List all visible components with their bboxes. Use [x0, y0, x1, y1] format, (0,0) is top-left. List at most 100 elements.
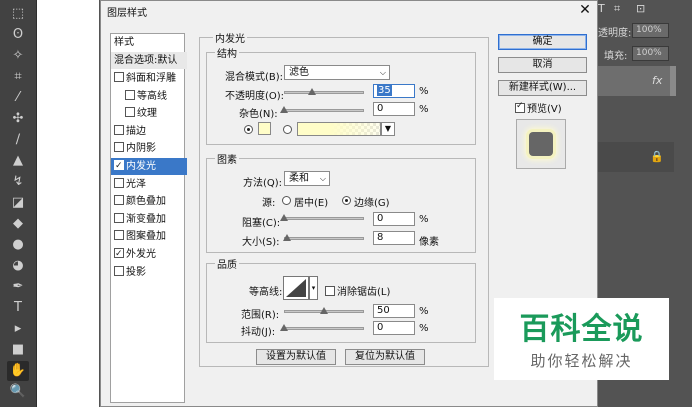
source-center-label[interactable]: 居中(E) [294, 194, 328, 209]
brush-tool-icon[interactable]: ∕ [7, 130, 29, 150]
opacity-input[interactable]: 35 [373, 84, 415, 98]
transform-icon[interactable]: ⌗ [614, 2, 620, 16]
preview-checkbox-box[interactable] [515, 101, 525, 113]
rectangle-tool-icon[interactable]: ■ [7, 340, 29, 360]
style-list-item-label: 渐变叠加 [126, 213, 166, 225]
eyedropper-tool-icon[interactable]: ⁄ [7, 88, 29, 108]
range-slider-thumb[interactable] [320, 307, 328, 314]
choke-slider[interactable] [284, 217, 364, 220]
blur-tool-icon[interactable]: ● [7, 235, 29, 255]
style-checkbox[interactable] [114, 246, 124, 263]
marquee-tool-icon[interactable]: ⬚ [7, 4, 29, 24]
style-checkbox[interactable] [114, 124, 124, 135]
size-slider[interactable] [284, 237, 364, 240]
crop-tool-icon[interactable]: ⌗ [7, 67, 29, 87]
choke-input[interactable]: 0 [373, 212, 415, 226]
fx-icon[interactable]: fx [652, 74, 662, 87]
close-icon[interactable]: ✕ [578, 2, 592, 18]
style-list-item[interactable]: 内发光 [111, 158, 187, 175]
jitter-slider[interactable] [284, 327, 364, 330]
anti-alias-checkbox[interactable]: 消除锯齿(L) [325, 283, 390, 298]
pen-tool-icon[interactable]: ✒ [7, 277, 29, 297]
style-checkbox[interactable] [114, 142, 124, 153]
document-canvas[interactable] [37, 0, 99, 407]
reset-default-button[interactable]: 复位为默认值 [345, 349, 425, 365]
style-list-item[interactable]: 描边 [111, 123, 187, 140]
style-list-item[interactable]: 内阴影 [111, 140, 187, 157]
dodge-tool-icon[interactable]: ◕ [7, 256, 29, 276]
paint-bucket-tool-icon[interactable]: ◆ [7, 214, 29, 234]
gradient-radio[interactable] [283, 125, 292, 134]
blending-options-item[interactable]: 混合选项:默认 [111, 52, 187, 69]
jitter-slider-thumb[interactable] [280, 324, 288, 331]
glow-color-swatch[interactable] [258, 122, 271, 135]
watermark: 百科全说 助你轻松解决 [494, 298, 669, 380]
method-select[interactable]: 柔和 ⌵ [284, 171, 330, 186]
contour-dropdown-icon[interactable]: ▾ [309, 276, 318, 300]
lasso-tool-icon[interactable]: ʘ [7, 25, 29, 45]
range-input[interactable]: 50 [373, 304, 415, 318]
opacity-slider[interactable] [284, 91, 364, 94]
style-checkbox[interactable] [114, 265, 124, 276]
style-checkbox[interactable] [114, 195, 124, 206]
style-list-item[interactable]: 等高线 [111, 88, 198, 105]
type-icon[interactable]: T [598, 2, 605, 15]
healing-tool-icon[interactable]: ✣ [7, 109, 29, 129]
style-list-item[interactable]: 光泽 [111, 176, 187, 193]
style-list-item[interactable]: 投影 [111, 264, 187, 281]
style-checkbox[interactable] [114, 158, 124, 175]
style-list-header[interactable]: 样式 [111, 34, 187, 51]
anti-alias-checkbox-box[interactable] [325, 286, 335, 296]
choke-slider-thumb[interactable] [280, 214, 288, 221]
tools-panel: ⬚ ʘ ✧ ⌗ ⁄ ✣ ∕ ▲ ↯ ◪ ◆ ● ◕ ✒ T ▸ ■ ✋ 🔍 [0, 0, 37, 407]
size-slider-thumb[interactable] [282, 234, 291, 241]
solid-color-radio[interactable] [244, 125, 253, 134]
lock-icon[interactable]: ⊡ [636, 2, 645, 15]
gradient-swatch[interactable] [297, 122, 381, 136]
panel-scrollbar[interactable] [670, 66, 676, 96]
blend-mode-label: 混合模式(B): [225, 72, 284, 83]
opacity-slider-thumb[interactable] [308, 88, 316, 95]
ok-button[interactable]: 确定 [498, 34, 587, 50]
jitter-input[interactable]: 0 [373, 321, 415, 335]
noise-slider[interactable] [284, 109, 364, 112]
source-edge-label[interactable]: 边缘(G) [354, 194, 390, 209]
size-input[interactable]: 8 [373, 231, 415, 245]
blend-mode-select[interactable]: 滤色 ⌵ [284, 65, 390, 80]
cancel-button[interactable]: 取消 [498, 57, 587, 73]
new-style-button[interactable]: 新建样式(W)... [498, 80, 587, 96]
style-list-item[interactable]: 外发光 [111, 246, 187, 263]
style-list-item[interactable]: 颜色叠加 [111, 193, 187, 210]
hand-tool-icon[interactable]: ✋ [7, 361, 29, 381]
layer-row[interactable]: fx [590, 66, 674, 96]
style-checkbox[interactable] [114, 212, 124, 223]
style-list-item-label: 纹理 [137, 108, 157, 120]
eraser-tool-icon[interactable]: ◪ [7, 193, 29, 213]
noise-slider-thumb[interactable] [280, 106, 288, 113]
magic-wand-tool-icon[interactable]: ✧ [7, 46, 29, 66]
opacity-field[interactable]: 100% [632, 23, 669, 38]
stamp-tool-icon[interactable]: ▲ [7, 151, 29, 171]
source-edge-radio[interactable] [342, 196, 351, 205]
style-list-item[interactable]: 渐变叠加 [111, 211, 187, 228]
style-list-item[interactable]: 图案叠加 [111, 228, 187, 245]
history-brush-tool-icon[interactable]: ↯ [7, 172, 29, 192]
make-default-button[interactable]: 设置为默认值 [256, 349, 336, 365]
contour-picker[interactable] [283, 276, 309, 300]
style-list-item[interactable]: 纹理 [111, 105, 198, 122]
preview-checkbox[interactable]: 预览(V) [515, 100, 562, 115]
source-center-radio[interactable] [282, 196, 291, 205]
style-checkbox[interactable] [125, 89, 135, 100]
style-checkbox[interactable] [114, 177, 124, 188]
background-layer-row[interactable]: 🔒 [590, 142, 674, 172]
style-checkbox[interactable] [125, 107, 135, 118]
fill-field[interactable]: 100% [632, 46, 669, 61]
noise-input[interactable]: 0 [373, 102, 415, 116]
path-select-tool-icon[interactable]: ▸ [7, 319, 29, 339]
type-tool-icon[interactable]: T [7, 298, 29, 318]
style-list-item[interactable]: 斜面和浮雕 [111, 70, 187, 87]
zoom-tool-icon[interactable]: 🔍 [7, 382, 29, 402]
style-checkbox[interactable] [114, 72, 124, 82]
gradient-dropdown-icon[interactable]: ▼ [381, 122, 395, 136]
style-checkbox[interactable] [114, 230, 124, 241]
